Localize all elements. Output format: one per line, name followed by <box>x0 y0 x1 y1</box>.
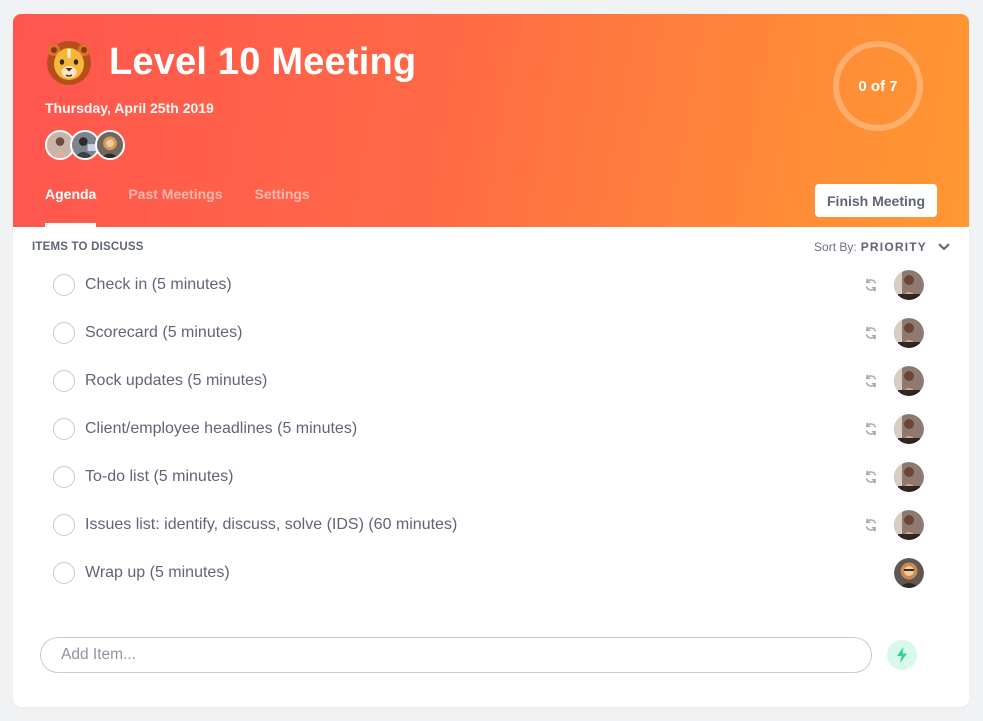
owner-avatar[interactable] <box>894 558 924 588</box>
owner-avatar[interactable] <box>894 318 924 348</box>
progress-ring-track: 0 of 7 <box>833 41 923 131</box>
recurring-icon[interactable] <box>864 374 878 388</box>
tab-agenda[interactable]: Agenda <box>45 179 97 227</box>
chevron-down-icon <box>938 243 950 250</box>
add-item-input[interactable] <box>40 637 872 673</box>
attendee-list <box>45 130 125 160</box>
sort-dropdown[interactable]: Sort By: PRIORITY <box>814 240 951 254</box>
owner-avatar[interactable] <box>894 270 924 300</box>
owner-avatar[interactable] <box>894 414 924 444</box>
complete-checkbox[interactable] <box>53 370 75 392</box>
complete-checkbox[interactable] <box>53 514 75 536</box>
tab-settings[interactable]: Settings <box>254 179 309 227</box>
complete-checkbox[interactable] <box>53 466 75 488</box>
agenda-item-label[interactable]: Check in (5 minutes) <box>85 276 232 294</box>
sort-value: PRIORITY <box>860 240 927 254</box>
lion-emoji-icon <box>47 41 91 85</box>
recurring-icon[interactable] <box>864 470 878 484</box>
owner-avatar[interactable] <box>894 366 924 396</box>
agenda-item-label[interactable]: Scorecard (5 minutes) <box>85 324 242 342</box>
progress-text: 0 of 7 <box>858 77 898 95</box>
recurring-icon[interactable] <box>864 518 878 532</box>
quick-add-button[interactable] <box>887 640 917 670</box>
meeting-header: Level 10 Meeting Thursday, April 25th 20… <box>13 14 969 227</box>
agenda-item: Issues list: identify, discuss, solve (I… <box>0 501 983 549</box>
agenda-item: Wrap up (5 minutes) <box>0 549 983 597</box>
agenda-item-label[interactable]: Issues list: identify, discuss, solve (I… <box>85 516 457 534</box>
tab-past-meetings[interactable]: Past Meetings <box>128 179 222 227</box>
meeting-title: Level 10 Meeting <box>109 40 417 83</box>
finish-meeting-button[interactable]: Finish Meeting <box>815 184 937 217</box>
progress-ring: 0 of 7 <box>833 41 923 131</box>
attendee-avatar[interactable] <box>95 130 125 160</box>
meeting-date: Thursday, April 25th 2019 <box>45 100 214 116</box>
title-row: Level 10 Meeting <box>45 38 416 86</box>
owner-avatar[interactable] <box>894 510 924 540</box>
agenda-item-label[interactable]: Wrap up (5 minutes) <box>85 564 230 582</box>
recurring-icon[interactable] <box>864 278 878 292</box>
agenda-item-label[interactable]: Client/employee headlines (5 minutes) <box>85 420 357 438</box>
recurring-icon[interactable] <box>864 422 878 436</box>
lightning-bolt-icon <box>897 647 907 663</box>
agenda-item: Check in (5 minutes) <box>0 261 983 309</box>
agenda-item: To-do list (5 minutes) <box>0 453 983 501</box>
complete-checkbox[interactable] <box>53 562 75 584</box>
sort-label: Sort By: <box>814 240 857 254</box>
complete-checkbox[interactable] <box>53 418 75 440</box>
recurring-icon[interactable] <box>864 326 878 340</box>
agenda-list: Check in (5 minutes) Scorecard (5 minutes… <box>0 261 983 597</box>
agenda-section-header: ITEMS TO DISCUSS Sort By: PRIORITY <box>32 240 951 254</box>
meeting-tabs: Agenda Past Meetings Settings <box>45 179 342 227</box>
agenda-item: Client/employee headlines (5 minutes) <box>0 405 983 453</box>
owner-avatar[interactable] <box>894 462 924 492</box>
complete-checkbox[interactable] <box>53 274 75 296</box>
add-item-row <box>40 637 943 673</box>
agenda-item: Scorecard (5 minutes) <box>0 309 983 357</box>
agenda-item: Rock updates (5 minutes) <box>0 357 983 405</box>
section-title: ITEMS TO DISCUSS <box>32 241 144 253</box>
agenda-item-label[interactable]: Rock updates (5 minutes) <box>85 372 267 390</box>
complete-checkbox[interactable] <box>53 322 75 344</box>
agenda-item-label[interactable]: To-do list (5 minutes) <box>85 468 234 486</box>
